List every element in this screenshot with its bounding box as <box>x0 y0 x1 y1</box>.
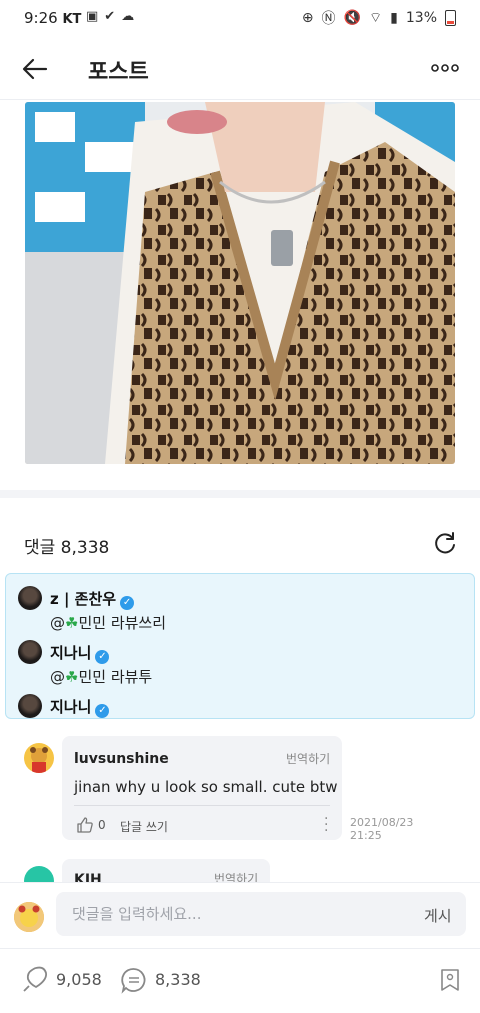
total-comments: 8,338 <box>155 970 201 989</box>
verified-icon: ✓ <box>95 704 110 718</box>
status-time: 9:26 KT <box>24 9 82 27</box>
mute-icon: 🔇 <box>343 10 361 26</box>
status-bar: 9:26 KT ▣ ✔ ☁ ⊕ Ⓝ 🔇 ⌔ ▮ 13% <box>0 0 480 36</box>
comment-text: jinan why u look so small. cute btw <box>74 778 338 796</box>
post-photo[interactable] <box>25 102 455 464</box>
pinned-author: 지나니 ✓ <box>50 696 110 718</box>
thumbs-up-icon[interactable] <box>76 816 94 834</box>
arrow-left-icon[interactable] <box>20 54 50 84</box>
bookmark-icon[interactable] <box>440 968 460 992</box>
pinned-text: @☘민민 라뷰쓰리 <box>50 614 167 632</box>
avatar <box>18 586 42 610</box>
comment-author[interactable]: luvsunshine <box>74 751 169 767</box>
cloud-icon: ☁ <box>121 9 135 24</box>
signal-icon: ▮ <box>390 10 398 26</box>
like-count: 0 <box>98 818 106 832</box>
comment-icon[interactable] <box>120 966 148 994</box>
battery-percent: 13% <box>405 10 437 26</box>
gallery-icon: ▣ <box>86 9 99 24</box>
nfc-icon: Ⓝ <box>321 11 336 27</box>
pinned-text: @☘민민 라뷰투 <box>50 668 153 686</box>
verified-icon: ✓ <box>120 596 135 610</box>
total-likes: 9,058 <box>56 970 102 989</box>
battery-icon <box>445 10 456 26</box>
comment-count: 댓글 8,338 <box>24 538 110 558</box>
comment-date: 2021/08/23 21:25 <box>350 816 414 842</box>
pinned-comments[interactable]: z | 존찬우 ✓ @☘민민 라뷰쓰리 지나니 ✓ @☘민민 라뷰투 지나니 ✓ <box>5 573 475 719</box>
section-divider <box>0 490 480 498</box>
clover-icon: ☘ <box>65 668 79 686</box>
divider <box>74 805 330 806</box>
data-saver-icon: ⊕ <box>301 10 314 26</box>
status-right: ⊕ Ⓝ 🔇 ⌔ ▮ 13% <box>302 8 456 28</box>
refresh-icon[interactable] <box>432 530 458 556</box>
comment-input[interactable] <box>72 893 392 935</box>
pinned-author: 지나니 ✓ <box>50 642 110 664</box>
kebab-menu-icon[interactable]: · · · <box>324 812 328 838</box>
page-title: 포스트 <box>88 60 149 85</box>
pinned-author: z | 존찬우 ✓ <box>50 588 135 610</box>
notification-icons: ▣ ✔ ☁ <box>86 9 134 24</box>
avatar <box>18 694 42 718</box>
verified-icon: ✓ <box>95 650 110 664</box>
more-dots-icon[interactable] <box>430 58 460 78</box>
avatar[interactable] <box>24 743 54 773</box>
wifi-icon: ⌔ <box>368 10 383 26</box>
avatar <box>14 902 44 932</box>
avatar <box>18 640 42 664</box>
translate-link[interactable]: 번역하기 <box>286 750 330 767</box>
clover-icon: ☘ <box>65 614 79 632</box>
check-icon: ✔ <box>104 9 116 24</box>
post-comment-button[interactable]: 게시 <box>424 905 452 926</box>
reply-button[interactable]: 답글 쓰기 <box>120 818 168 835</box>
like-icon[interactable] <box>20 964 50 994</box>
header: 포스트 <box>0 36 480 100</box>
